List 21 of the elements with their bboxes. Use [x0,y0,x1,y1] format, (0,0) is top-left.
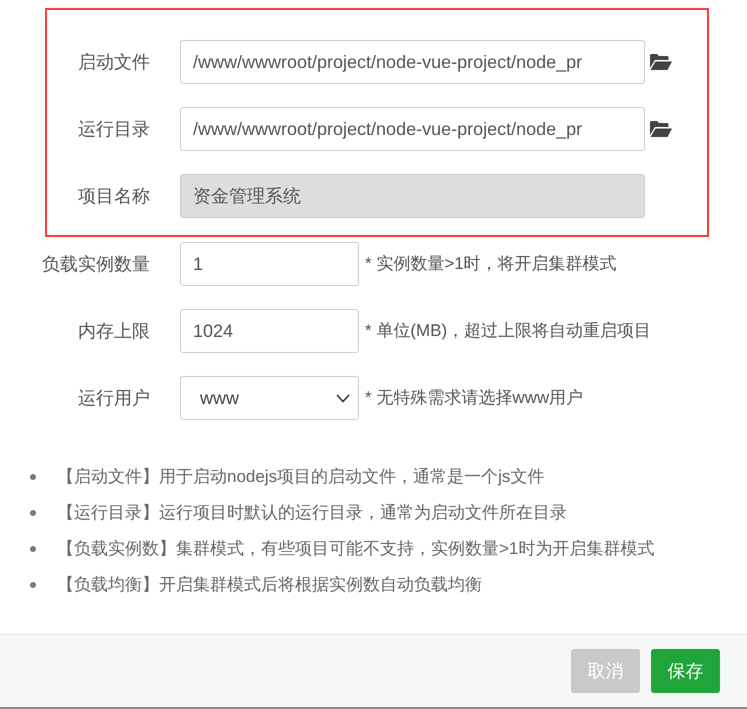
field-label: 启动文件 [77,50,150,74]
chevron-down-icon [336,394,350,402]
field-hint: * 单位(MB)，超过上限将自动重启项目 [365,320,652,342]
field-label: 内存上限 [77,320,150,342]
field-label: 负载实例数量 [41,252,150,276]
bullet-icon [30,582,36,588]
note-text: 【运行目录】运行项目时默认的运行目录，通常为启动文件所在目录 [57,502,567,524]
field-label: 运行用户 [77,386,150,410]
field-label: 运行目录 [77,118,150,140]
bullet-icon [30,546,36,552]
note-text: 【启动文件】用于启动nodejs项目的启动文件，通常是一个js文件 [57,466,544,488]
field-hint: * 实例数量>1时，将开启集群模式 [365,253,617,276]
text-input[interactable]: 1024 [180,309,359,353]
field-label: 项目名称 [77,184,150,208]
text-input[interactable]: 1 [180,242,359,286]
note-text: 【负载均衡】开启集群模式后将根据实例数自动负载均衡 [57,574,482,596]
note-text: 【负载实例数】集群模式，有些项目可能不支持，实例数量>1时为开启集群模式 [57,538,654,560]
dropdown-select[interactable]: www [180,376,359,420]
field-hint: * 无特殊需求请选择www用户 [365,387,584,410]
bullet-icon [30,510,36,516]
bullet-icon [30,474,36,480]
